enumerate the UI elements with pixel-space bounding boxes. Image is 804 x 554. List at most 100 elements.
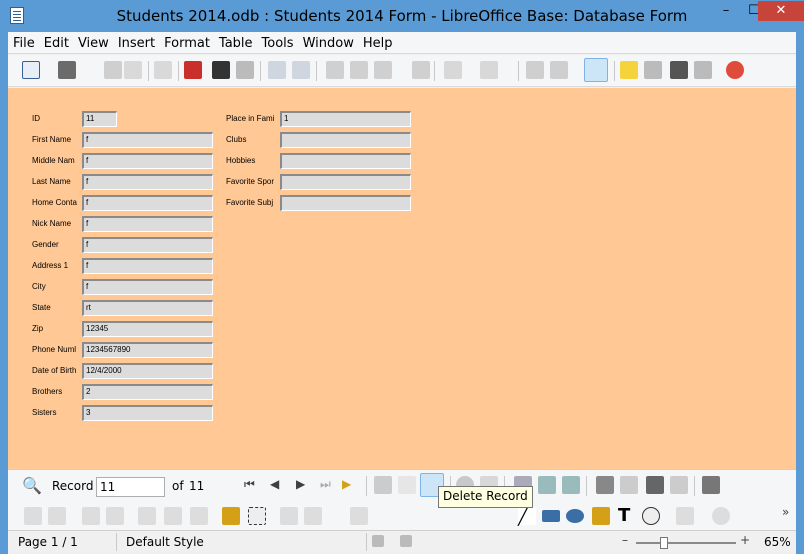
field-input[interactable] <box>280 195 411 211</box>
field-input[interactable]: f <box>82 153 213 169</box>
hyperlink-icon[interactable] <box>526 61 544 79</box>
edit-file-icon[interactable] <box>154 61 172 79</box>
field-input[interactable] <box>280 174 411 190</box>
field-input[interactable] <box>280 132 411 148</box>
find-record-icon[interactable]: 🔍 <box>22 476 42 495</box>
copy-icon[interactable] <box>350 61 368 79</box>
align-icon[interactable] <box>350 507 368 525</box>
field-input[interactable]: f <box>82 132 213 148</box>
activation-order-icon[interactable] <box>190 507 208 525</box>
sort-ascending-icon[interactable] <box>538 476 556 494</box>
symbol-shapes-icon[interactable] <box>712 507 730 525</box>
print-icon[interactable] <box>212 61 230 79</box>
data-source-as-table-icon[interactable] <box>702 476 720 494</box>
zoom-slider-handle[interactable] <box>660 537 668 549</box>
menu-insert[interactable]: Insert <box>113 32 159 51</box>
anchor-icon[interactable] <box>304 507 322 525</box>
menu-view[interactable]: View <box>73 32 113 51</box>
open-folder-icon[interactable] <box>58 61 76 79</box>
field-input[interactable]: f <box>82 216 213 232</box>
export-pdf-icon[interactable] <box>184 61 202 79</box>
apply-filter-icon[interactable] <box>620 476 638 494</box>
spellcheck-icon[interactable] <box>268 61 286 79</box>
navigator-icon[interactable] <box>620 61 638 79</box>
field-input[interactable]: f <box>82 279 213 295</box>
cut-icon[interactable] <box>326 61 344 79</box>
email-icon[interactable] <box>124 61 142 79</box>
field-input[interactable]: f <box>82 174 213 190</box>
field-input[interactable]: 11 <box>82 111 117 127</box>
record-number-input[interactable]: 11 <box>96 477 165 497</box>
delete-record-tooltip: Delete Record <box>438 486 533 508</box>
menu-help[interactable]: Help <box>358 32 397 51</box>
freeform-line-icon[interactable] <box>592 507 610 525</box>
new-document-icon[interactable] <box>22 61 40 79</box>
callout-icon[interactable] <box>642 507 660 525</box>
save-icon[interactable] <box>104 61 122 79</box>
zoom-in-icon[interactable]: + <box>740 533 750 547</box>
add-field-icon[interactable] <box>164 507 182 525</box>
new-record-icon[interactable]: ▶ <box>342 477 351 491</box>
sort-descending-icon[interactable] <box>562 476 580 494</box>
menu-edit[interactable]: Edit <box>39 32 73 51</box>
data-sources-icon[interactable] <box>670 61 688 79</box>
title-bar: Students 2014.odb : Students 2014 Form -… <box>0 0 804 32</box>
comment-icon[interactable] <box>280 507 298 525</box>
help-icon[interactable] <box>726 61 744 79</box>
menu-window[interactable]: Window <box>298 32 358 51</box>
next-record-icon[interactable]: ▶ <box>296 477 305 491</box>
ellipse-icon[interactable] <box>566 509 584 523</box>
rectangle-icon[interactable] <box>542 510 560 522</box>
hand-icon[interactable] <box>48 507 66 525</box>
line-icon[interactable]: ╱ <box>518 507 536 526</box>
form-properties-icon[interactable] <box>106 507 124 525</box>
first-record-icon[interactable]: ⏮ <box>244 477 255 492</box>
field-input[interactable]: f <box>82 237 213 253</box>
menu-table[interactable]: Table <box>214 32 257 51</box>
field-input[interactable]: 3 <box>82 405 213 421</box>
undo-record-icon[interactable] <box>398 476 416 494</box>
field-input[interactable]: f <box>82 195 213 211</box>
more-options-icon[interactable]: » <box>782 505 789 519</box>
form-design-toggle-icon[interactable] <box>584 58 608 82</box>
field-input[interactable]: rt <box>82 300 213 316</box>
clone-formatting-icon[interactable] <box>412 61 430 79</box>
field-input[interactable]: 1 <box>280 111 411 127</box>
undo-icon[interactable] <box>444 61 462 79</box>
last-record-icon[interactable]: ⏭ <box>320 477 331 492</box>
field-input[interactable] <box>280 153 411 169</box>
autospell-icon[interactable] <box>292 61 310 79</box>
formatting-marks-icon[interactable] <box>694 61 712 79</box>
print-preview-icon[interactable] <box>236 61 254 79</box>
field-input[interactable]: f <box>82 258 213 274</box>
text-icon[interactable]: T <box>618 505 630 526</box>
tab-order-icon[interactable] <box>138 507 156 525</box>
field-input[interactable]: 12/4/2000 <box>82 363 213 379</box>
open-design-mode-icon[interactable] <box>222 507 240 525</box>
gallery-icon[interactable] <box>644 61 662 79</box>
menu-file[interactable]: File <box>8 32 39 51</box>
zoom-out-icon[interactable]: – <box>622 533 628 547</box>
field-input[interactable]: 1234567890 <box>82 342 213 358</box>
reset-filter-icon[interactable] <box>670 476 688 494</box>
menu-tools[interactable]: Tools <box>257 32 298 51</box>
field-input[interactable]: 12345 <box>82 321 213 337</box>
close-button[interactable]: ✕ <box>758 1 804 21</box>
minimize-button[interactable]: – <box>712 1 740 21</box>
table-icon[interactable] <box>550 61 568 79</box>
autofilter-icon[interactable] <box>596 476 614 494</box>
form-filter-icon[interactable] <box>646 476 664 494</box>
select-icon[interactable] <box>24 507 42 525</box>
automatic-control-focus-icon[interactable] <box>248 507 266 525</box>
save-record-icon[interactable] <box>374 476 392 494</box>
control-properties-icon[interactable] <box>82 507 100 525</box>
previous-record-icon[interactable]: ◀ <box>270 477 279 491</box>
basic-shapes-icon[interactable] <box>676 507 694 525</box>
menu-format[interactable]: Format <box>159 32 214 51</box>
redo-icon[interactable] <box>480 61 498 79</box>
paste-icon[interactable] <box>374 61 392 79</box>
selection-mode-icon[interactable] <box>372 535 384 547</box>
zoom-slider[interactable] <box>636 542 736 544</box>
field-label: Favorite Spor <box>226 177 274 186</box>
field-input[interactable]: 2 <box>82 384 213 400</box>
